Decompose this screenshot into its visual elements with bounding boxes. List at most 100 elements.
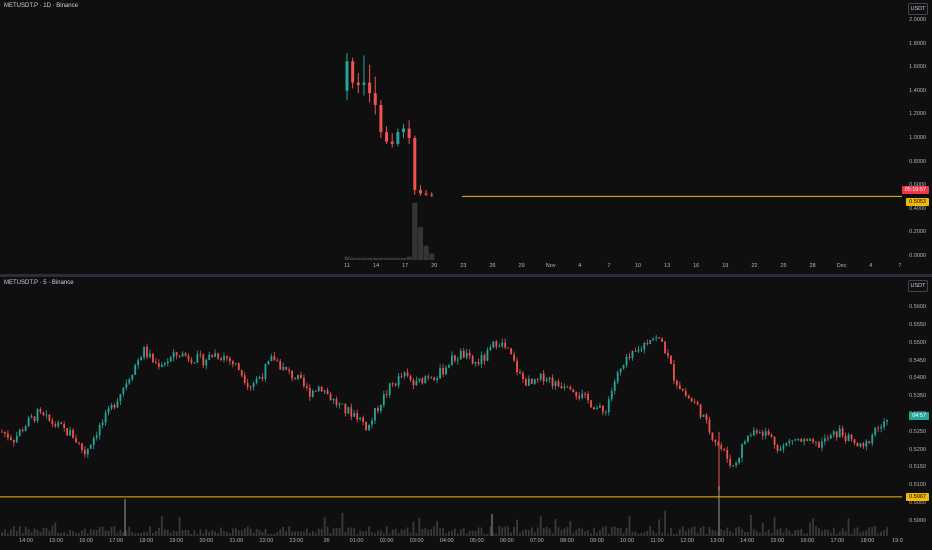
daily-candle-body bbox=[390, 141, 394, 144]
intraday-volume-bar bbox=[815, 526, 817, 536]
intraday-volume-bar bbox=[231, 528, 234, 536]
daily-volume-bar bbox=[344, 256, 350, 260]
intraday-volume-bar bbox=[563, 528, 566, 536]
intraday-candle-body bbox=[196, 354, 199, 363]
intraday-candle-body bbox=[551, 377, 554, 387]
intraday-candle-body bbox=[341, 403, 344, 405]
intraday-candle-body bbox=[276, 360, 279, 362]
intraday-volume-bar bbox=[525, 529, 527, 536]
intraday-price-scale[interactable]: USDT 0.5600 0.5550 0.5500 0.5450 0.5400 0.535… bbox=[902, 277, 932, 536]
daily-time-tick: 4 bbox=[578, 263, 582, 269]
intraday-volume-bar bbox=[45, 528, 48, 536]
intraday-candle-body bbox=[442, 368, 444, 375]
intraday-volume-bar bbox=[687, 528, 690, 536]
intraday-candle-body bbox=[655, 337, 658, 339]
intraday-candle-body bbox=[791, 440, 794, 442]
intraday-candle-body bbox=[294, 378, 296, 380]
intraday-candle-body bbox=[69, 430, 71, 436]
daily-chart-pane[interactable]: METUSDT.P · 1D · Binance USDT 2.0000 1.80… bbox=[0, 0, 932, 274]
intraday-volume-bar bbox=[110, 526, 113, 536]
intraday-price-tick: 0.5150 bbox=[909, 464, 926, 471]
intraday-candle-body bbox=[726, 449, 729, 459]
daily-time-axis[interactable]: 11 14 17 20 23 26 29 Nov 4 7 10 13 16 19 22 25 28 Dec 4 7 bbox=[0, 263, 902, 273]
intraday-candle-body bbox=[157, 363, 160, 367]
intraday-candle-body bbox=[199, 354, 202, 355]
intraday-candle-body bbox=[545, 379, 548, 382]
intraday-volume-bar bbox=[539, 516, 542, 536]
intraday-candle-body bbox=[477, 362, 480, 365]
intraday-time-tick: 14:00 bbox=[740, 538, 755, 544]
daily-time-tick: 16 bbox=[693, 263, 700, 269]
intraday-candle-body bbox=[747, 435, 749, 442]
intraday-candle-body bbox=[773, 436, 776, 445]
daily-time-tick: 7 bbox=[898, 263, 902, 269]
intraday-candle-body bbox=[818, 442, 820, 448]
intraday-candle-body bbox=[456, 359, 459, 361]
daily-time-tick: 29 bbox=[518, 263, 525, 269]
intraday-volume-bar bbox=[424, 527, 427, 536]
intraday-candle-body bbox=[128, 379, 131, 384]
daily-chart-canvas[interactable] bbox=[0, 0, 932, 274]
intraday-volume-bar bbox=[453, 528, 456, 536]
daily-currency-unit-button[interactable]: USDT bbox=[908, 3, 928, 15]
intraday-candle-body bbox=[687, 395, 690, 399]
intraday-candle-body bbox=[359, 417, 362, 420]
intraday-candle-body bbox=[451, 355, 453, 366]
intraday-candle-body bbox=[823, 438, 826, 442]
intraday-candle-body bbox=[699, 404, 702, 417]
intraday-volume-bar bbox=[504, 526, 507, 536]
daily-volume-bar bbox=[367, 257, 373, 260]
intraday-volume-bar bbox=[507, 526, 510, 536]
intraday-candle-body bbox=[326, 390, 329, 394]
daily-candle-body bbox=[424, 193, 428, 195]
intraday-volume-bar bbox=[658, 519, 661, 536]
intraday-candle-body bbox=[113, 404, 116, 408]
daily-price-scale[interactable]: USDT 2.0000 1.8000 1.6000 1.4000 1.2000 1.000… bbox=[901, 0, 932, 274]
intraday-candle-body bbox=[92, 437, 95, 446]
intraday-candle-body bbox=[468, 352, 471, 356]
intraday-volume-bar bbox=[847, 518, 850, 536]
intraday-volume-bar bbox=[699, 527, 702, 536]
intraday-price-tick: 0.5400 bbox=[909, 375, 926, 382]
daily-time-tick: 17 bbox=[402, 263, 409, 269]
intraday-volume-bar bbox=[578, 527, 581, 536]
intraday-volume-bar bbox=[149, 526, 151, 536]
intraday-time-tick: 16:00 bbox=[800, 538, 815, 544]
intraday-price-tick: 0.5600 bbox=[909, 304, 926, 311]
intraday-candle-body bbox=[214, 353, 217, 357]
intraday-candle-body bbox=[533, 379, 536, 384]
intraday-candle-body bbox=[125, 383, 128, 388]
intraday-volume-bar bbox=[220, 527, 222, 536]
intraday-volume-bar bbox=[702, 526, 705, 536]
intraday-candle-body bbox=[880, 427, 883, 429]
intraday-candle-body bbox=[308, 387, 311, 397]
intraday-candle-body bbox=[758, 432, 761, 434]
daily-time-tick: 10 bbox=[634, 263, 642, 269]
intraday-volume-bar bbox=[610, 526, 613, 536]
intraday-currency-unit-button[interactable]: USDT bbox=[908, 280, 928, 292]
intraday-volume-bar bbox=[326, 526, 329, 536]
intraday-candle-body bbox=[279, 361, 282, 370]
intraday-volume-bar bbox=[800, 528, 803, 536]
intraday-candle-body bbox=[453, 355, 456, 361]
intraday-candle-body bbox=[45, 414, 48, 416]
intraday-candle-body bbox=[86, 448, 89, 455]
intraday-candle-body bbox=[661, 338, 663, 342]
daily-volume-bar bbox=[412, 202, 418, 260]
daily-volume-bar bbox=[423, 245, 429, 260]
intraday-candle-body bbox=[353, 413, 356, 417]
intraday-candle-body bbox=[596, 407, 598, 410]
intraday-candle-body bbox=[350, 407, 353, 417]
intraday-time-tick: 13:00 bbox=[710, 538, 725, 544]
daily-time-tick: 13 bbox=[664, 263, 671, 269]
intraday-candle-body bbox=[101, 422, 104, 425]
intraday-chart-canvas[interactable] bbox=[0, 277, 932, 536]
intraday-candle-body bbox=[841, 428, 844, 436]
intraday-time-axis-bar[interactable]: 14:00 15:00 16:00 17:00 18:00 19:00 20:00 21:00… bbox=[0, 536, 932, 550]
intraday-candle-body bbox=[397, 376, 400, 386]
intraday-candle-body bbox=[519, 372, 521, 374]
intraday-chart-pane[interactable]: METUSDT.P · 5 · Binance USDT 0.5600 0.555… bbox=[0, 277, 932, 536]
intraday-candle-body bbox=[628, 356, 631, 359]
intraday-time-axis[interactable]: 14:00 15:00 16:00 17:00 18:00 19:00 20:00 21:00… bbox=[0, 538, 903, 548]
intraday-volume-bar bbox=[681, 526, 684, 536]
